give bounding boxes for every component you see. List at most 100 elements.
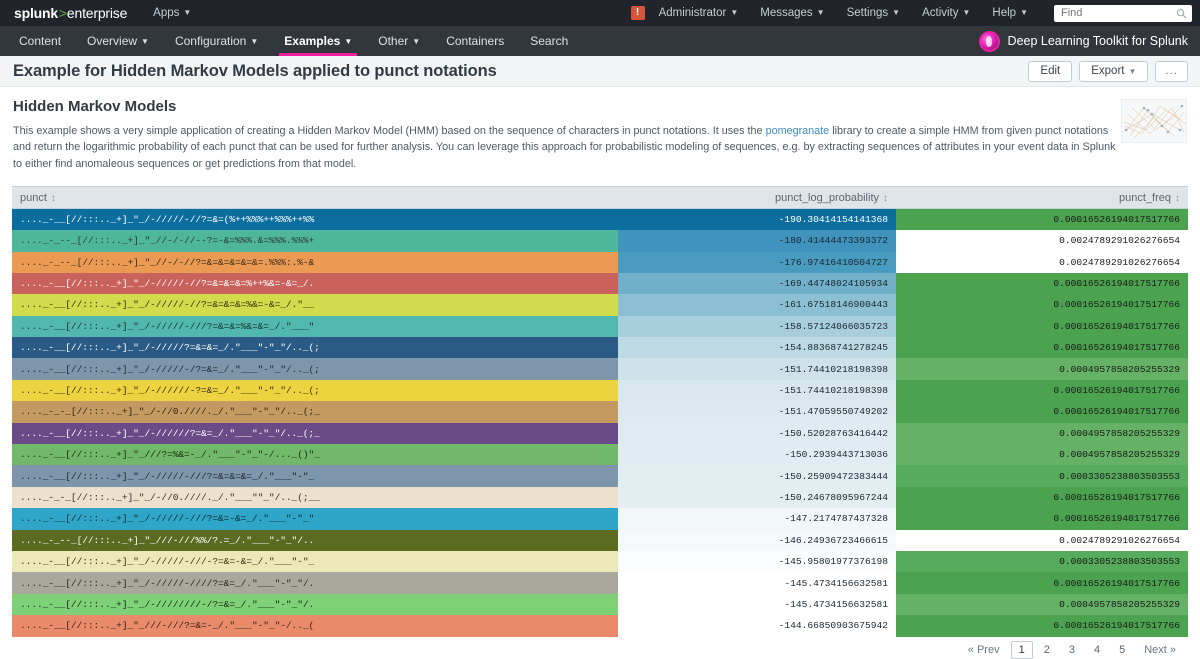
topbar-item-messages[interactable]: Messages▼ bbox=[760, 7, 824, 19]
cell-freq: 0.00016526194017517766 bbox=[896, 209, 1188, 230]
table-row[interactable]: ...._-__[//:::.._+]_"_///?=%&=-_/."___"-… bbox=[12, 444, 1188, 465]
nav-item-label: Configuration bbox=[175, 34, 246, 48]
cell-punct: ...._-__[//:::.._+]_"_/-/////-///-?=&=-&… bbox=[12, 551, 618, 572]
chevron-down-icon: ▼ bbox=[1020, 8, 1028, 17]
column-header-punct-freq[interactable]: punct_freq ↕ bbox=[896, 187, 1188, 209]
table-row[interactable]: ...._-__[//:::.._+]_"_/-//////?=&=_/."__… bbox=[12, 423, 1188, 444]
cell-prob: -145.4734156632581 bbox=[618, 594, 896, 615]
cell-freq: 0.00016526194017517766 bbox=[896, 508, 1188, 529]
cell-punct: ...._-_--_[//:::.._+]_"_//-/-//--?=-&=%%… bbox=[12, 230, 618, 251]
topbar-item-label: Settings bbox=[847, 7, 889, 19]
nav-item-content[interactable]: Content bbox=[6, 26, 74, 56]
cell-prob: -161.67518146900443 bbox=[618, 294, 896, 315]
panel-heading: Hidden Markov Models bbox=[13, 98, 1187, 115]
table-row[interactable]: ...._-__[//:::.._+]_"_/-/////-///?=&=-&=… bbox=[12, 508, 1188, 529]
chevron-down-icon: ▼ bbox=[892, 8, 900, 17]
prev-page-button[interactable]: « Prev bbox=[960, 641, 1008, 659]
nav-item-other[interactable]: Other▼ bbox=[365, 26, 433, 56]
find-input[interactable] bbox=[1059, 6, 1169, 20]
cell-prob: -154.88368741278245 bbox=[618, 337, 896, 358]
more-options-button[interactable]: ... bbox=[1155, 61, 1188, 82]
app-title[interactable]: Deep Learning Toolkit for Splunk bbox=[971, 26, 1200, 56]
cell-freq: 0.0003305238803503553 bbox=[896, 551, 1188, 572]
nav-item-search[interactable]: Search bbox=[517, 26, 581, 56]
splunk-logo[interactable]: splunk>enterprise bbox=[14, 5, 127, 21]
app-navbar: Content Overview▼ Configuration ▼ Example… bbox=[0, 26, 1200, 56]
cell-freq: 0.00016526194017517766 bbox=[896, 487, 1188, 508]
column-header-label: punct_freq bbox=[1119, 192, 1171, 204]
table-row[interactable]: ...._-_--_[//:::.._+]_"_//-/-//?=&=&=&=&… bbox=[12, 252, 1188, 273]
table-row[interactable]: ...._-__[//:::.._+]_"_/-//////-?=&=_/."_… bbox=[12, 380, 1188, 401]
topbar-item-help[interactable]: Help ▼ bbox=[992, 7, 1028, 19]
export-button[interactable]: Export▼ bbox=[1079, 61, 1148, 82]
next-page-button[interactable]: Next » bbox=[1136, 641, 1184, 659]
cell-freq: 0.0003305238803503553 bbox=[896, 465, 1188, 486]
table-row[interactable]: ...._-__[//:::.._+]_"_/-/////-//?=&=&=&=… bbox=[12, 273, 1188, 294]
cell-punct: ...._-__[//:::.._+]_"_/-/////-////?=&=_/… bbox=[12, 572, 618, 593]
table-row[interactable]: ...._-__[//:::.._+]_"_/-/////-///-?=&=-&… bbox=[12, 551, 1188, 572]
edit-button[interactable]: Edit bbox=[1028, 61, 1072, 82]
table-row[interactable]: ...._-__[//:::.._+]_"_///-///?=&=-_/."__… bbox=[12, 615, 1188, 636]
page-button-2[interactable]: 2 bbox=[1036, 641, 1058, 659]
table-row[interactable]: ...._-_--_[//:::.._+]_"_//-/-//--?=-&=%%… bbox=[12, 230, 1188, 251]
cell-freq: 0.0004957858205255329 bbox=[896, 358, 1188, 379]
sort-icon: ↕ bbox=[1175, 193, 1180, 204]
find-box[interactable] bbox=[1054, 5, 1192, 22]
table-row[interactable]: ...._-__[//:::.._+]_"_/-/////-///?=&=&=%… bbox=[12, 316, 1188, 337]
table-row[interactable]: ...._-__[//:::.._+]_"_/-////////-/?=&=_/… bbox=[12, 594, 1188, 615]
topbar-item-activity[interactable]: Activity▼ bbox=[922, 7, 970, 19]
chevron-down-icon: ▼ bbox=[250, 37, 258, 46]
message-badge[interactable]: ! bbox=[631, 6, 645, 20]
cell-punct: ...._-__[//:::.._+]_"_/-////////-/?=&=_/… bbox=[12, 594, 618, 615]
table-row[interactable]: ...._-__[//:::.._+]_"_/-/////-////?=&=_/… bbox=[12, 572, 1188, 593]
page-button-4[interactable]: 4 bbox=[1086, 641, 1108, 659]
table-row[interactable]: ...._-_-_[//:::.._+]_"_/-//0.////._/."__… bbox=[12, 401, 1188, 422]
table-row[interactable]: ...._-_-_[//:::.._+]_"_/-//0.////._/."__… bbox=[12, 487, 1188, 508]
cell-freq: 0.00016526194017517766 bbox=[896, 401, 1188, 422]
chevron-down-icon: ▼ bbox=[344, 37, 352, 46]
export-button-label: Export bbox=[1091, 65, 1124, 77]
cell-freq: 0.0024789291026276654 bbox=[896, 230, 1188, 251]
topbar-item-settings[interactable]: Settings▼ bbox=[847, 7, 900, 19]
cell-prob: -190.30414154141368 bbox=[618, 209, 896, 230]
topbar-item-label: Activity bbox=[922, 7, 958, 19]
nav-item-label: Content bbox=[19, 34, 61, 48]
panel-thumbnail bbox=[1121, 99, 1187, 143]
cell-prob: -147.2174787437328 bbox=[618, 508, 896, 529]
topbar-item-label: Help bbox=[992, 7, 1016, 19]
table-row[interactable]: ...._-__[//:::.._+]_"_/-/////-///?=&=&=&… bbox=[12, 465, 1188, 486]
cell-freq: 0.0024789291026276654 bbox=[896, 252, 1188, 273]
column-header-punct-log-probability[interactable]: punct_log_probability↕ bbox=[618, 187, 896, 209]
global-topbar: splunk>enterprise Apps▼ ! Administrator▼… bbox=[0, 0, 1200, 26]
table-row[interactable]: ...._-__[//:::.._+]_"_/-/////-//?=&=(%++… bbox=[12, 209, 1188, 230]
nav-item-overview[interactable]: Overview▼ bbox=[74, 26, 162, 56]
cell-freq: 0.00016526194017517766 bbox=[896, 380, 1188, 401]
table-header-row: punct↕ punct_log_probability↕ punct_freq… bbox=[12, 187, 1188, 209]
chevron-down-icon: ▼ bbox=[141, 37, 149, 46]
table-row[interactable]: ...._-__[//:::.._+]_"_/-/////-//?=&=&=&=… bbox=[12, 294, 1188, 315]
page-title-bar: Example for Hidden Markov Models applied… bbox=[0, 56, 1200, 87]
column-header-punct[interactable]: punct↕ bbox=[12, 187, 618, 209]
cell-punct: ...._-__[//:::.._+]_"_/-/////-//?=&=(%++… bbox=[12, 209, 618, 230]
page-button-3[interactable]: 3 bbox=[1061, 641, 1083, 659]
table-row[interactable]: ...._-__[//:::.._+]_"_/-/////?=&=&=_/."_… bbox=[12, 337, 1188, 358]
column-header-label: punct bbox=[20, 192, 47, 204]
page-button-5[interactable]: 5 bbox=[1111, 641, 1133, 659]
pomegranate-link[interactable]: pomegranate bbox=[766, 125, 830, 137]
nav-item-containers[interactable]: Containers bbox=[433, 26, 517, 56]
cell-punct: ...._-__[//:::.._+]_"_/-//////?=&=_/."__… bbox=[12, 423, 618, 444]
cell-punct: ...._-_-_[//:::.._+]_"_/-//0.////._/."__… bbox=[12, 401, 618, 422]
apps-menu[interactable]: Apps▼ bbox=[153, 7, 191, 19]
app-title-label: Deep Learning Toolkit for Splunk bbox=[1008, 34, 1188, 48]
cell-prob: -180.41444473393372 bbox=[618, 230, 896, 251]
chevron-down-icon: ▼ bbox=[817, 8, 825, 17]
nav-item-examples[interactable]: Examples▼ bbox=[271, 26, 365, 56]
topbar-item-administrator[interactable]: Administrator▼ bbox=[659, 7, 739, 19]
table-row[interactable]: ...._-__[//:::.._+]_"_/-/////-/?=&=_/."_… bbox=[12, 358, 1188, 379]
cell-punct: ...._-__[//:::.._+]_"_/-/////-///?=&=&=%… bbox=[12, 316, 618, 337]
page-button-1[interactable]: 1 bbox=[1011, 641, 1033, 659]
cell-punct: ...._-__[//:::.._+]_"_/-/////-/?=&=_/."_… bbox=[12, 358, 618, 379]
table-row[interactable]: ...._-_--_[//:::.._+]_"_///-///%%/?.=_/.… bbox=[12, 530, 1188, 551]
nav-item-configuration[interactable]: Configuration ▼ bbox=[162, 26, 271, 56]
apps-menu-label: Apps bbox=[153, 7, 179, 19]
